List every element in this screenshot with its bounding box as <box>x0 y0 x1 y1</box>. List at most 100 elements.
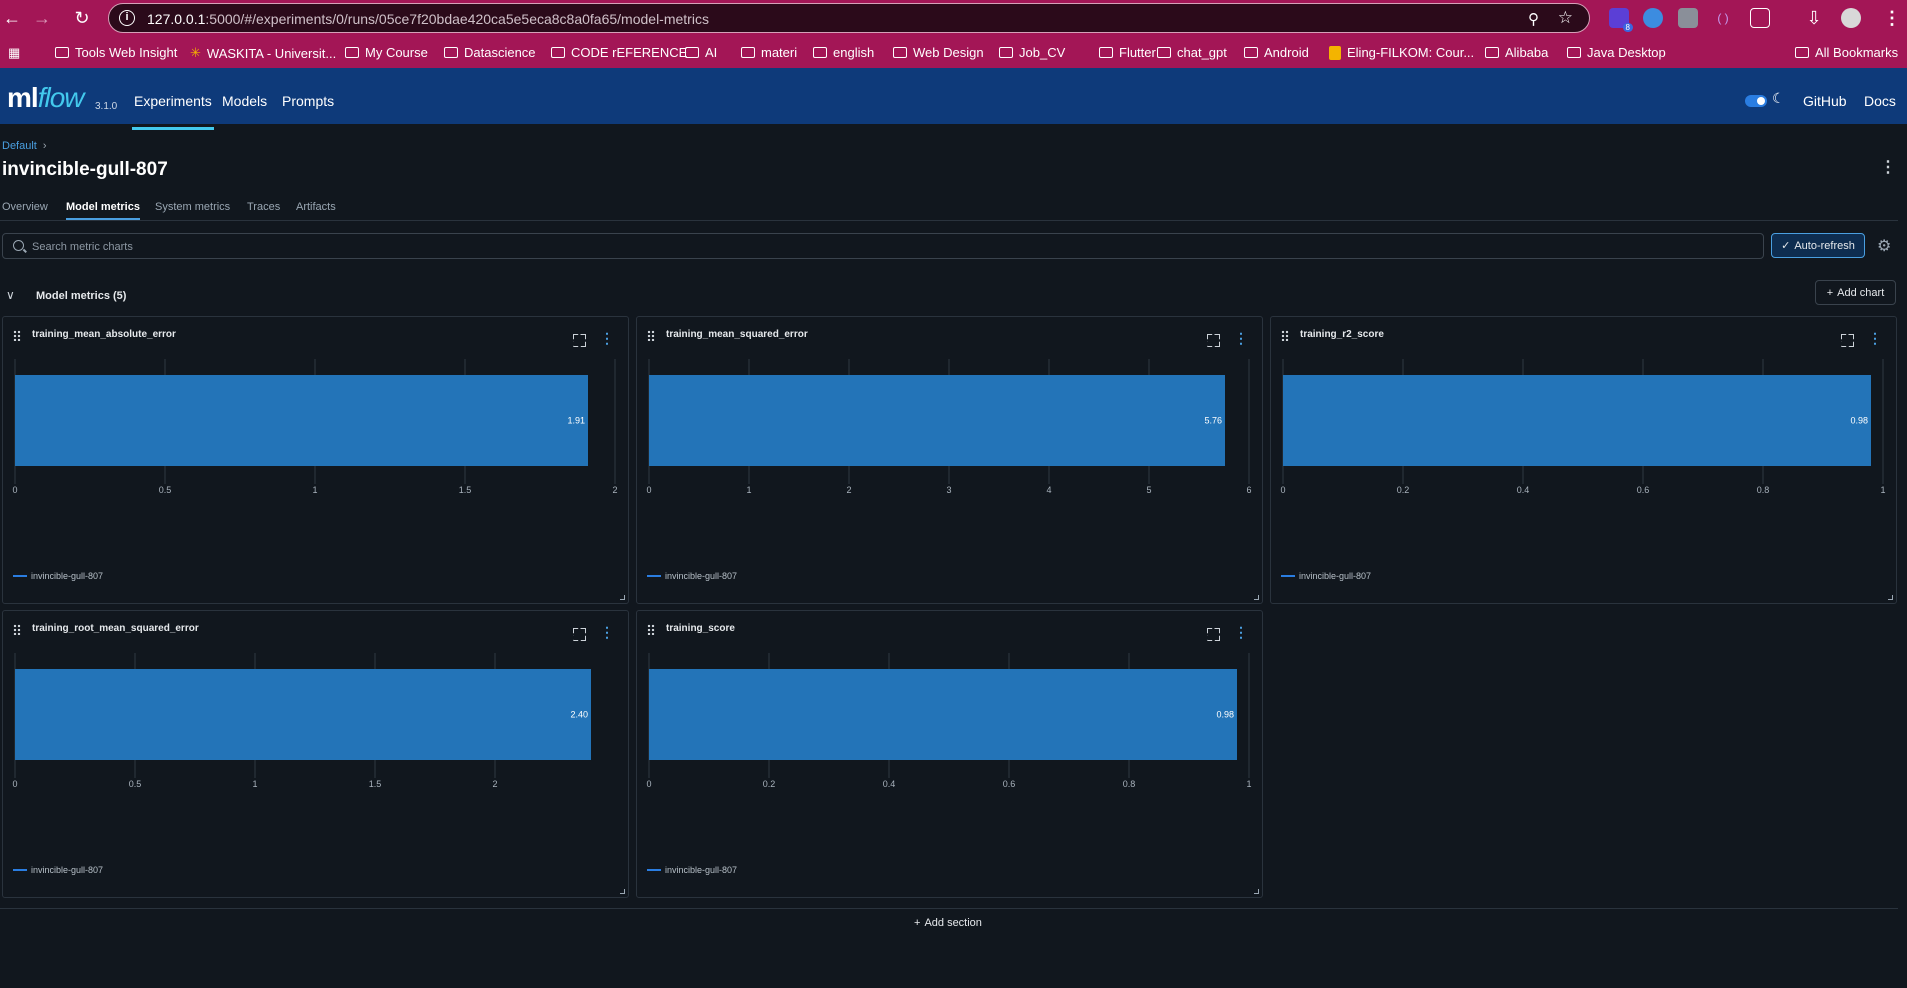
drag-handle-icon[interactable] <box>647 624 655 635</box>
tab-traces[interactable]: Traces <box>247 201 280 213</box>
resize-handle-icon[interactable] <box>1254 889 1259 894</box>
bookmark-item[interactable]: Android <box>1244 45 1309 60</box>
x-tick-label: 0.2 <box>1397 485 1410 495</box>
nav-models[interactable]: Models <box>222 93 267 109</box>
profile-avatar[interactable] <box>1841 8 1861 28</box>
chart-menu-icon[interactable]: ⋮ <box>600 625 614 639</box>
bookmark-item[interactable]: ✳ WASKITA - Universit... <box>190 45 336 61</box>
extension-icon[interactable] <box>1643 8 1663 28</box>
x-tick-label: 0.5 <box>159 485 172 495</box>
resize-handle-icon[interactable] <box>620 595 625 600</box>
x-tick-label: 0 <box>1280 485 1285 495</box>
extension-icon[interactable] <box>1678 8 1698 28</box>
chart-menu-icon[interactable]: ⋮ <box>600 331 614 345</box>
resize-handle-icon[interactable] <box>620 889 625 894</box>
browser-menu-icon[interactable]: ⋮ <box>1880 6 1904 30</box>
back-icon[interactable]: ← <box>0 6 24 30</box>
extensions-puzzle-icon[interactable] <box>1750 8 1770 28</box>
drag-handle-icon[interactable] <box>647 330 655 341</box>
download-icon[interactable]: ⇩ <box>1802 6 1826 30</box>
x-tick-label: 2 <box>492 779 497 789</box>
plus-icon: + <box>1826 286 1834 299</box>
fullscreen-icon[interactable] <box>573 628 584 639</box>
auto-refresh-label: Auto-refresh <box>1794 239 1855 252</box>
extension-icon[interactable]: ( ) <box>1713 8 1733 28</box>
breadcrumb-experiment[interactable]: Default <box>2 140 37 152</box>
docs-link[interactable]: Docs <box>1864 93 1896 109</box>
add-section-bar: + Add section <box>0 908 1898 929</box>
bookmark-item[interactable]: CODE rEFERENCE <box>551 45 687 60</box>
all-bookmarks[interactable]: All Bookmarks <box>1795 45 1898 60</box>
gear-icon[interactable]: ⚙ <box>1877 236 1891 256</box>
mlflow-logo[interactable]: mlflow <box>7 82 84 114</box>
site-info-icon[interactable]: i <box>119 10 135 26</box>
search-input[interactable] <box>32 238 1732 256</box>
legend-label: invincible-gull-807 <box>31 571 104 581</box>
fullscreen-icon[interactable] <box>1207 628 1218 639</box>
fullscreen-icon[interactable] <box>573 334 584 345</box>
bookmark-item[interactable]: Web Design <box>893 45 984 60</box>
address-bar[interactable]: i 127.0.0.1:5000/#/experiments/0/runs/05… <box>108 3 1590 33</box>
chart-menu-icon[interactable]: ⋮ <box>1234 331 1248 345</box>
bar <box>649 375 1225 466</box>
folder-icon <box>444 47 458 58</box>
x-tick-label: 0.4 <box>883 779 896 789</box>
nav-experiments[interactable]: Experiments <box>132 93 214 130</box>
zoom-icon[interactable]: ⚲ <box>1528 10 1539 28</box>
bookmark-star-icon[interactable]: ☆ <box>1558 8 1573 28</box>
bookmark-item[interactable]: Eling-FILKOM: Cour... <box>1329 45 1474 60</box>
bookmark-item[interactable]: chat_gpt <box>1157 45 1227 60</box>
chevron-down-icon[interactable]: ∨ <box>6 288 15 302</box>
bookmark-item[interactable]: Flutter <box>1099 45 1156 60</box>
tab-model-metrics[interactable]: Model metrics <box>66 201 140 220</box>
bookmark-item[interactable]: materi <box>741 45 797 60</box>
bookmark-item[interactable]: My Course <box>345 45 428 60</box>
fullscreen-icon[interactable] <box>1841 334 1852 345</box>
bookmark-item[interactable]: english <box>813 45 874 60</box>
tab-overview[interactable]: Overview <box>2 201 48 213</box>
chart-title: training_r2_score <box>1300 329 1384 340</box>
legend-swatch <box>13 575 27 577</box>
run-more-icon[interactable]: ⋮ <box>1880 160 1896 176</box>
legend-label: invincible-gull-807 <box>31 865 104 875</box>
apps-grid-icon[interactable]: ▦ <box>8 45 20 61</box>
resize-handle-icon[interactable] <box>1254 595 1259 600</box>
bookmark-item[interactable]: Tools Web Insight <box>55 45 177 60</box>
x-tick-label: 2 <box>612 485 617 495</box>
github-link[interactable]: GitHub <box>1803 93 1847 109</box>
chart-menu-icon[interactable]: ⋮ <box>1234 625 1248 639</box>
bookmark-item[interactable]: Java Desktop <box>1567 45 1666 60</box>
chart-plot: 0 0.5 1 1.5 2 1.91 <box>12 359 618 495</box>
add-section-button[interactable]: + Add section <box>914 917 982 929</box>
resize-handle-icon[interactable] <box>1888 595 1893 600</box>
theme-toggle[interactable] <box>1745 95 1767 107</box>
extension-icon[interactable]: 8 <box>1609 8 1633 32</box>
x-tick-label: 0 <box>646 485 651 495</box>
moon-icon: ☾ <box>1772 90 1785 106</box>
x-tick-label: 1 <box>312 485 317 495</box>
add-chart-button[interactable]: + Add chart <box>1815 280 1896 305</box>
chart-title: training_root_mean_squared_error <box>32 623 199 634</box>
chart-menu-icon[interactable]: ⋮ <box>1868 331 1882 345</box>
drag-handle-icon[interactable] <box>13 330 21 341</box>
reload-icon[interactable]: ↻ <box>70 6 94 30</box>
auto-refresh-button[interactable]: ✓ Auto-refresh <box>1771 233 1865 258</box>
bookmark-item[interactable]: Alibaba <box>1485 45 1548 60</box>
x-tick-label: 5 <box>1146 485 1151 495</box>
tab-system-metrics[interactable]: System metrics <box>155 201 230 213</box>
metric-search <box>2 233 1764 259</box>
chart-legend: invincible-gull-807 <box>647 865 737 875</box>
bookmark-item[interactable]: AI <box>685 45 717 60</box>
drag-handle-icon[interactable] <box>13 624 21 635</box>
bar-value-label: 0.98 <box>1850 416 1868 426</box>
fullscreen-icon[interactable] <box>1207 334 1218 345</box>
bookmarks-bar: ▦ Tools Web Insight ✳ WASKITA - Universit… <box>0 36 1907 68</box>
bookmark-item[interactable]: Job_CV <box>999 45 1065 60</box>
forward-icon[interactable]: → <box>30 6 54 30</box>
bookmark-item[interactable]: Datascience <box>444 45 536 60</box>
legend-swatch <box>647 869 661 871</box>
drag-handle-icon[interactable] <box>1281 330 1289 341</box>
nav-prompts[interactable]: Prompts <box>282 93 334 109</box>
section-header[interactable]: ∨ Model metrics (5) <box>0 286 1898 310</box>
tab-artifacts[interactable]: Artifacts <box>296 201 336 213</box>
